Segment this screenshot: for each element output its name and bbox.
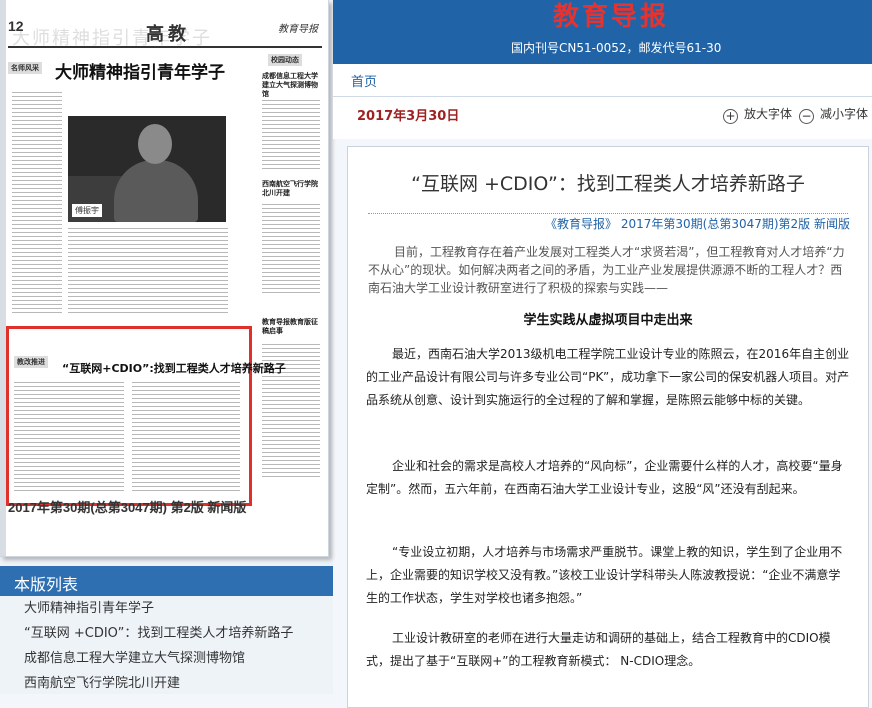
article-meta: 《教育导报》 2017年第30期(总第3047期)第2版 新闻版 [545,217,850,231]
newspaper-headline-2: “互联网+CDIO”:找到工程类人才培养新路子 [62,362,286,375]
left-column: 大师精神指引青年学子 12 高教 教育导报 名师风采 大师精神指引青年学子 校园… [0,0,333,694]
newspaper-brand: 教育导报 [278,24,318,35]
text-column [68,228,228,316]
site-logo[interactable]: 教育导报 [553,0,669,33]
article-panel: “互联网 +CDIO”：找到工程类人才培养新路子 《教育导报》 2017年第30… [347,146,869,708]
section-list-header: 本版列表 [0,566,333,596]
article-paragraph: 工业设计教研室的老师在进行大量走访和调研的基础上，结合工程教育中的CDIO模式，… [366,631,831,668]
article-subheading: 学生实践从虚拟项目中走出来 [523,313,693,328]
section-list-title: 本版列表 [14,575,79,594]
section-list-item[interactable]: 大师精神指引青年学子 [0,596,333,621]
plus-circle-icon: + [723,109,738,124]
title-divider [368,213,848,214]
shrink-font-label: 减小字体 [820,107,869,121]
nav-bar: 首页 [333,64,872,97]
newspaper-section-name: 高教 [146,24,190,45]
section-list-item[interactable]: 成都信息工程大学建立大气探测博物馆 [0,646,333,671]
masthead-rule [8,46,322,48]
article-paragraph: 最近，西南石油大学2013级机电工程学院工业设计专业的陈照云，在2016年自主创… [366,347,850,407]
newspaper-page-number: 12 [8,18,24,34]
newspaper-side-heading-1: 成都信息工程大学建立大气探测博物馆 [262,72,318,98]
minus-circle-icon: − [799,109,814,124]
newspaper-photo: 傅振宇 [68,116,226,222]
text-column [12,92,62,316]
text-column [132,382,240,494]
publication-registration: 国内刊号CN51-0052，邮发代号61-30 [511,41,722,55]
newspaper-tag-bottom: 教改推进 [14,356,48,368]
newspaper-tag-left: 名师风采 [8,62,42,74]
article-lead: 目前，工程教育存在着产业发展对工程类人才“求贤若渴”，但工程教育对人才培养“力不… [368,245,845,295]
newspaper-page-thumbnail[interactable]: 大师精神指引青年学子 12 高教 教育导报 名师风采 大师精神指引青年学子 校园… [0,0,329,557]
text-column [262,100,320,172]
newspaper-footer-issue: 2017年第30期(总第3047期) 第2版 新闻版 [8,500,247,515]
newspaper-headline-1: 大师精神指引青年学子 [55,63,225,83]
nav-home-link[interactable]: 首页 [351,71,377,90]
site-banner: 教育导报 国内刊号CN51-0052，邮发代号61-30 [333,0,872,64]
article-paragraph: “专业设立初期，人才培养与市场需求严重脱节。课堂上教的知识，学生到了企业用不上，… [366,545,843,605]
photo-shape [114,160,198,222]
text-column [14,382,124,494]
right-column: 教育导报 国内刊号CN51-0052，邮发代号61-30 首页 2017年3月3… [333,0,872,708]
photo-shape [138,124,172,164]
section-list: 大师精神指引青年学子 “互联网 +CDIO”：找到工程类人才培养新路子 成都信息… [0,596,333,696]
date-bar: 2017年3月30日 + 放大字体 − 减小字体 [333,97,872,139]
photo-caption: 傅振宇 [72,204,102,217]
newspaper-box-heading: 教育导报教育版征稿启事 [262,318,318,335]
article-title: “互联网 +CDIO”：找到工程类人才培养新路子 [411,173,805,195]
shrink-font-button[interactable]: − 减小字体 [799,105,868,124]
issue-date: 2017年3月30日 [357,109,460,124]
newspaper-side-heading-2: 西南航空飞行学院北川开建 [262,180,318,197]
newspaper-masthead: 大师精神指引青年学子 12 高教 教育导报 [6,14,324,49]
newspaper-tag-right: 校园动态 [268,54,302,66]
text-column [262,204,320,296]
enlarge-font-button[interactable]: + 放大字体 [723,105,792,124]
section-list-item[interactable]: 西南航空飞行学院北川开建 [0,671,333,696]
section-list-item[interactable]: “互联网 +CDIO”：找到工程类人才培养新路子 [0,621,333,646]
enlarge-font-label: 放大字体 [744,107,793,121]
article-paragraph: 企业和社会的需求是高校人才培养的“风向标”，企业需要什么样的人才，高校要“量身定… [366,459,843,496]
